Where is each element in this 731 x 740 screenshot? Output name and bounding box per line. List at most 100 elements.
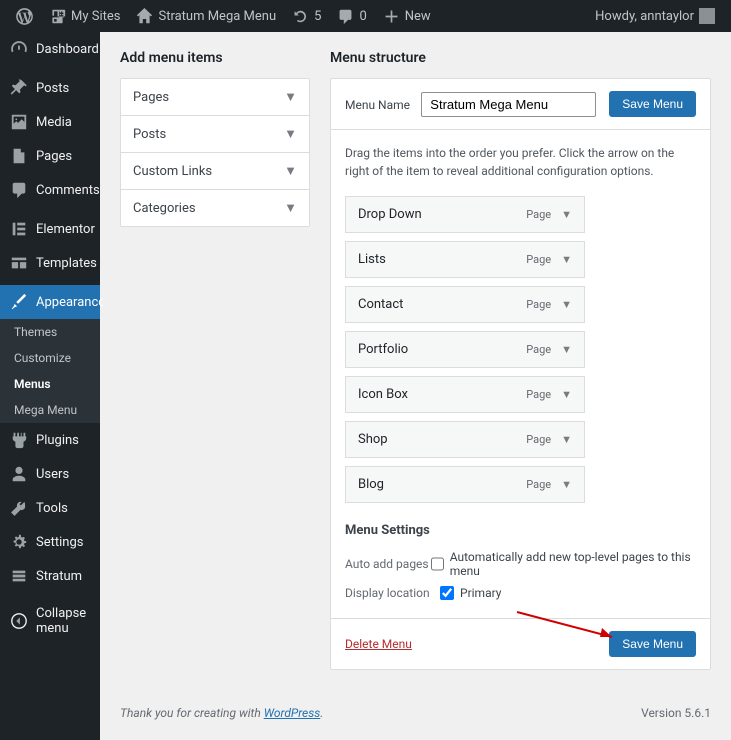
caret-down-icon[interactable]: ▼	[561, 208, 572, 221]
accordion-label: Posts	[133, 127, 166, 142]
primary-checkbox[interactable]	[440, 586, 454, 600]
menu-item-type: Page	[526, 433, 551, 446]
menu-item[interactable]: ListsPage▼	[345, 241, 585, 278]
sidebar-item-plugins[interactable]: Plugins	[0, 423, 100, 457]
page-icon	[10, 147, 28, 165]
caret-down-icon[interactable]: ▼	[561, 433, 572, 446]
home-icon	[136, 8, 153, 25]
menu-item-label: Portfolio	[358, 342, 408, 357]
site-name[interactable]: Stratum Mega Menu	[128, 0, 284, 32]
caret-down-icon: ▼	[284, 89, 297, 105]
sidebar-item-dashboard[interactable]: Dashboard	[0, 32, 100, 66]
menu-item-type: Page	[526, 478, 551, 491]
sidebar-item-posts[interactable]: Posts	[0, 71, 100, 105]
new-content[interactable]: New	[375, 0, 439, 32]
updates[interactable]: 5	[284, 0, 329, 32]
menu-item[interactable]: Blog Page ▼	[345, 466, 585, 503]
admin-bar: My Sites Stratum Mega Menu 5 0 New Howdy…	[0, 0, 731, 32]
menu-item[interactable]: Icon BoxPage▼	[345, 376, 585, 413]
sidebar-label: Plugins	[36, 433, 79, 448]
wp-logo[interactable]	[8, 0, 41, 32]
my-account[interactable]: Howdy, anntaylor	[587, 0, 723, 32]
caret-down-icon: ▼	[284, 126, 297, 142]
avatar	[699, 8, 715, 24]
wordpress-link[interactable]: WordPress	[264, 706, 321, 720]
footer-version: Version 5.6.1	[641, 706, 711, 720]
primary-checkbox-label[interactable]: Primary	[440, 586, 501, 600]
menu-item[interactable]: Contact Page ▼	[345, 286, 585, 323]
appearance-icon	[10, 293, 28, 311]
admin-multisite-icon	[49, 8, 66, 25]
sidebar-label: Comments	[36, 183, 100, 198]
menu-item-label: Icon Box	[358, 387, 408, 402]
accordion-label: Categories	[133, 201, 196, 216]
save-menu-button-top[interactable]: Save Menu	[609, 91, 696, 117]
menu-item-label: Lists	[358, 252, 386, 267]
sidebar-item-comments[interactable]: Comments	[0, 173, 100, 207]
auto-add-checkbox-label[interactable]: Automatically add new top-level pages to…	[431, 550, 696, 578]
users-icon	[10, 465, 28, 483]
caret-down-icon[interactable]: ▼	[561, 343, 572, 356]
sub-themes[interactable]: Themes	[0, 319, 100, 345]
settings-icon	[10, 533, 28, 551]
auto-add-checkbox[interactable]	[431, 557, 444, 571]
updates-count: 5	[314, 9, 321, 24]
comments[interactable]: 0	[329, 0, 374, 32]
add-items-heading: Add menu items	[120, 50, 310, 66]
accordion-categories[interactable]: Categories▼	[121, 190, 309, 226]
menu-item-label: Drop Down	[358, 207, 422, 222]
sidebar-item-stratum[interactable]: Stratum	[0, 559, 100, 593]
menu-item[interactable]: PortfolioPage▼	[345, 331, 585, 368]
sidebar-label: Posts	[36, 81, 69, 96]
sidebar-item-pages[interactable]: Pages	[0, 139, 100, 173]
menu-items-list: Drop DownPage▼ListsPage▼ContactPage▼Port…	[345, 196, 696, 503]
caret-down-icon[interactable]: ▼	[561, 298, 572, 311]
site-name-label: Stratum Mega Menu	[158, 9, 276, 24]
wordpress-icon	[16, 8, 33, 25]
templates-icon	[10, 254, 28, 272]
dashboard-icon	[10, 40, 28, 58]
menu-name-label: Menu Name	[345, 98, 410, 112]
menu-panel: Menu Name Save Menu Drag the items into …	[330, 78, 711, 670]
delete-menu-link[interactable]: Delete Menu	[345, 637, 412, 651]
accordion-label: Custom Links	[133, 164, 212, 179]
pin-icon	[10, 79, 28, 97]
auto-add-text: Automatically add new top-level pages to…	[450, 550, 696, 578]
menu-item-label: Contact	[358, 297, 403, 312]
sub-megamenu[interactable]: Mega Menu	[0, 397, 100, 423]
caret-down-icon[interactable]: ▼	[561, 478, 572, 491]
sidebar-item-media[interactable]: Media	[0, 105, 100, 139]
menu-item-label: Shop	[358, 432, 388, 447]
sidebar-item-settings[interactable]: Settings	[0, 525, 100, 559]
sidebar-label: Settings	[36, 535, 83, 550]
accordion-posts[interactable]: Posts ▼	[121, 116, 309, 153]
sidebar-item-users[interactable]: Users	[0, 457, 100, 491]
sidebar-item-collapse[interactable]: Collapse menu	[0, 598, 100, 644]
caret-down-icon[interactable]: ▼	[561, 388, 572, 401]
menu-item[interactable]: Drop DownPage▼	[345, 196, 585, 233]
sidebar-item-appearance[interactable]: Appearance	[0, 285, 100, 319]
plus-icon	[383, 8, 400, 25]
accordion-pages[interactable]: Pages▼	[121, 79, 309, 116]
sidebar-label: Appearance	[36, 295, 105, 310]
menu-item-type: Page	[526, 298, 551, 311]
my-sites[interactable]: My Sites	[41, 0, 128, 32]
menu-item[interactable]: Shop Page ▼	[345, 421, 585, 458]
comments-icon	[10, 181, 28, 199]
save-menu-button-bottom[interactable]: Save Menu	[609, 631, 696, 657]
sub-menus[interactable]: Menus	[0, 371, 100, 397]
appearance-submenu: Themes Customize Menus Mega Menu	[0, 319, 100, 423]
sidebar-label: Templates	[36, 256, 97, 271]
sidebar-label: Users	[36, 467, 69, 482]
sub-customize[interactable]: Customize	[0, 345, 100, 371]
caret-down-icon[interactable]: ▼	[561, 253, 572, 266]
main-content: Add menu items Pages▼ Posts ▼ Custom Link…	[100, 32, 731, 740]
sidebar-item-tools[interactable]: Tools	[0, 491, 100, 525]
sidebar-item-elementor[interactable]: Elementor	[0, 212, 100, 246]
accordion-custom-links[interactable]: Custom Links▼	[121, 153, 309, 190]
primary-text: Primary	[460, 586, 501, 600]
sidebar-item-templates[interactable]: Templates	[0, 246, 100, 280]
menu-name-input[interactable]	[421, 92, 596, 117]
comments-count: 0	[359, 9, 366, 24]
menu-item-label: Blog	[358, 477, 384, 492]
